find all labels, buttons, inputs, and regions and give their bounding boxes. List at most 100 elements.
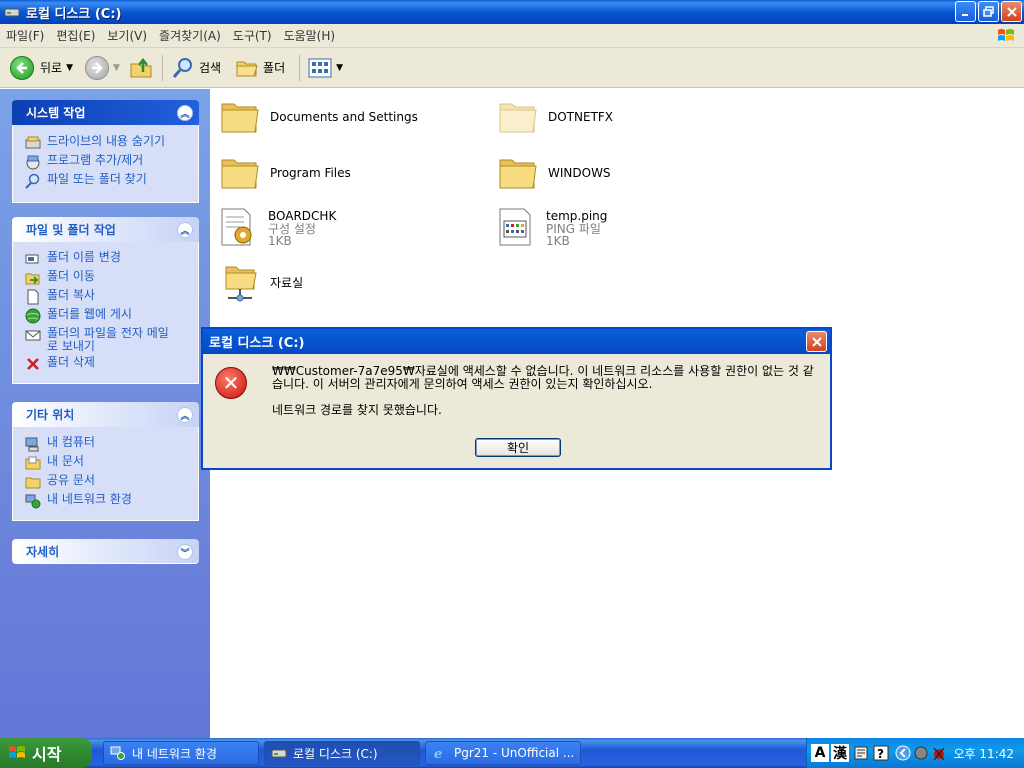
back-button[interactable]: 뒤로 ▼ <box>6 52 77 84</box>
windows-logo-icon <box>9 746 25 758</box>
task-label: 공유 문서 <box>47 473 95 487</box>
menu-edit[interactable]: 편집(E) <box>50 27 101 44</box>
email-icon <box>25 330 41 341</box>
chevron-down-icon[interactable]: ▼ <box>66 63 73 73</box>
place-my-network[interactable]: 내 네트워크 환경 <box>25 493 198 509</box>
collapse-icon[interactable]: ︽ <box>177 105 193 121</box>
up-folder-button[interactable] <box>124 52 158 84</box>
shared-folder-icon <box>25 477 41 489</box>
start-button[interactable]: 시작 <box>0 738 92 768</box>
taskbar-button-label: 내 네트워크 환경 <box>132 746 217 761</box>
file-tasks-header[interactable]: 파일 및 폴더 작업 ︽ <box>12 217 199 242</box>
expand-icon[interactable]: ︾ <box>177 544 193 560</box>
file-name: 자료실 <box>270 276 304 290</box>
file-size: 1KB <box>546 234 570 248</box>
file-name: WINDOWS <box>548 166 611 180</box>
task-publish-web[interactable]: 폴더를 웹에 게시 <box>25 308 198 324</box>
search-button[interactable]: 검색 <box>167 52 225 84</box>
restore-button[interactable] <box>978 1 999 22</box>
taskbar-button-local-disk[interactable]: 로컬 디스크 (C:) <box>264 741 420 765</box>
task-find-files[interactable]: 파일 또는 폴더 찾기 <box>25 173 198 189</box>
globe-icon <box>25 308 41 324</box>
task-label: 폴더 이름 변경 <box>47 250 121 264</box>
menu-bar: 파일(F) 편집(E) 보기(V) 즐겨찾기(A) 도구(T) 도움말(H) <box>0 24 1024 48</box>
file-tasks-body: 폴더 이름 변경 폴더 이동 폴더 복사 폴더를 웹에 게시 폴더의 파일을 전… <box>12 242 199 384</box>
clock[interactable]: 오후 11:42 <box>954 745 1014 762</box>
error-icon: ✕ <box>215 367 247 399</box>
collapse-icon[interactable]: ︽ <box>177 222 193 238</box>
file-item-documents-and-settings[interactable]: Documents and Settings <box>220 97 418 137</box>
tool-icon[interactable] <box>853 745 869 761</box>
file-item-temp-ping[interactable]: temp.ping PING 파일 1KB <box>496 207 607 247</box>
network-share-icon <box>225 266 257 302</box>
menu-help[interactable]: 도움말(H) <box>278 27 342 44</box>
menu-view[interactable]: 보기(V) <box>101 27 153 44</box>
task-label: 드라이브의 내용 숨기기 <box>47 134 166 148</box>
menu-file[interactable]: 파일(F) <box>0 27 50 44</box>
svg-text:e: e <box>434 747 442 760</box>
taskbar-button-network[interactable]: 내 네트워크 환경 <box>103 741 259 765</box>
views-button[interactable]: ▼ <box>304 52 347 84</box>
task-label: 파일 또는 폴더 찾기 <box>47 172 147 186</box>
file-item-program-files[interactable]: Program Files <box>220 153 351 193</box>
forward-button[interactable]: ▼ <box>81 52 124 84</box>
task-rename-folder[interactable]: 폴더 이름 변경 <box>25 251 198 267</box>
restore-icon <box>982 5 994 17</box>
task-hide-drive-contents[interactable]: 드라이브의 내용 숨기기 <box>25 135 198 151</box>
task-add-remove-programs[interactable]: 프로그램 추가/제거 <box>25 154 198 170</box>
other-places-body: 내 컴퓨터 내 문서 공유 문서 내 네트워크 환경 <box>12 427 199 521</box>
place-my-computer[interactable]: 내 컴퓨터 <box>25 436 198 452</box>
file-item-network-share[interactable]: 자료실 <box>220 263 303 303</box>
task-delete-folder[interactable]: 폴더 삭제 <box>25 356 198 372</box>
network-status-icon[interactable] <box>913 745 929 761</box>
menu-tools[interactable]: 도구(T) <box>227 27 278 44</box>
other-places-header[interactable]: 기타 위치 ︽ <box>12 402 199 427</box>
minimize-button[interactable] <box>955 1 976 22</box>
file-item-windows[interactable]: WINDOWS <box>498 153 611 193</box>
chevron-down-icon[interactable]: ▼ <box>113 63 120 73</box>
file-size: 1KB <box>268 234 292 248</box>
forward-arrow-icon <box>85 55 110 80</box>
ime-hanja-indicator[interactable]: 漢 <box>831 744 849 762</box>
folder-icon <box>221 103 259 133</box>
taskbar-button-browser[interactable]: e Pgr21 - UnOfficial ... <box>425 741 581 765</box>
system-tasks-panel: 시스템 작업 ︽ 드라이브의 내용 숨기기 프로그램 추가/제거 파일 또는 폴… <box>12 100 199 203</box>
place-shared-documents[interactable]: 공유 문서 <box>25 474 198 490</box>
details-header[interactable]: 자세히 ︾ <box>12 539 199 564</box>
system-tasks-header[interactable]: 시스템 작업 ︽ <box>12 100 199 125</box>
task-email-folder[interactable]: 폴더의 파일을 전자 메일로 보내기 <box>25 327 198 353</box>
ime-mode-indicator[interactable]: A <box>811 744 829 762</box>
dialog-detail-message: 네트워크 경로를 찾지 못했습니다. <box>272 403 442 417</box>
task-move-folder[interactable]: 폴더 이동 <box>25 270 198 286</box>
toolbar: 뒤로 ▼ ▼ 검색 폴더 ▼ <box>0 48 1024 88</box>
close-button[interactable] <box>1001 1 1022 22</box>
title-bar[interactable]: 로컬 디스크 (C:) <box>0 0 1024 24</box>
help-icon[interactable]: ? <box>873 745 889 761</box>
dialog-message: ₩₩Customer-7a7e95₩자료실에 액세스할 수 없습니다. 이 네트… <box>272 364 814 391</box>
chevron-down-icon[interactable]: ▼ <box>336 63 343 73</box>
place-my-documents[interactable]: 내 문서 <box>25 455 198 471</box>
windows-logo-icon <box>996 27 1016 45</box>
search-icon <box>172 57 192 78</box>
file-item-boardchk[interactable]: BOARDCHK 구성 설정 1KB <box>218 207 336 247</box>
file-name: DOTNETFX <box>548 110 614 124</box>
task-copy-folder[interactable]: 폴더 복사 <box>25 289 198 305</box>
config-file-icon <box>221 208 252 246</box>
network-icon <box>25 494 41 509</box>
dialog-close-button[interactable] <box>806 331 827 352</box>
views-icon <box>308 58 332 77</box>
folders-button[interactable]: 폴더 <box>231 52 289 84</box>
search-label: 검색 <box>198 61 222 75</box>
taskbar-button-label: Pgr21 - UnOfficial ... <box>454 746 575 760</box>
collapse-icon[interactable]: ︽ <box>177 407 193 423</box>
chevron-left-icon[interactable] <box>895 745 911 761</box>
ok-button[interactable]: 확인 <box>475 438 561 457</box>
menu-favorites[interactable]: 즐겨찾기(A) <box>153 27 227 44</box>
file-item-dotnetfx[interactable]: DOTNETFX <box>498 97 613 137</box>
security-icon[interactable] <box>931 745 947 761</box>
documents-folder-icon <box>25 456 41 470</box>
dialog-title-bar[interactable]: 로컬 디스크 (C:) <box>203 329 830 354</box>
window-title: 로컬 디스크 (C:) <box>26 6 122 22</box>
file-tasks-title: 파일 및 폴더 작업 <box>26 223 116 237</box>
copy-icon <box>27 289 39 305</box>
